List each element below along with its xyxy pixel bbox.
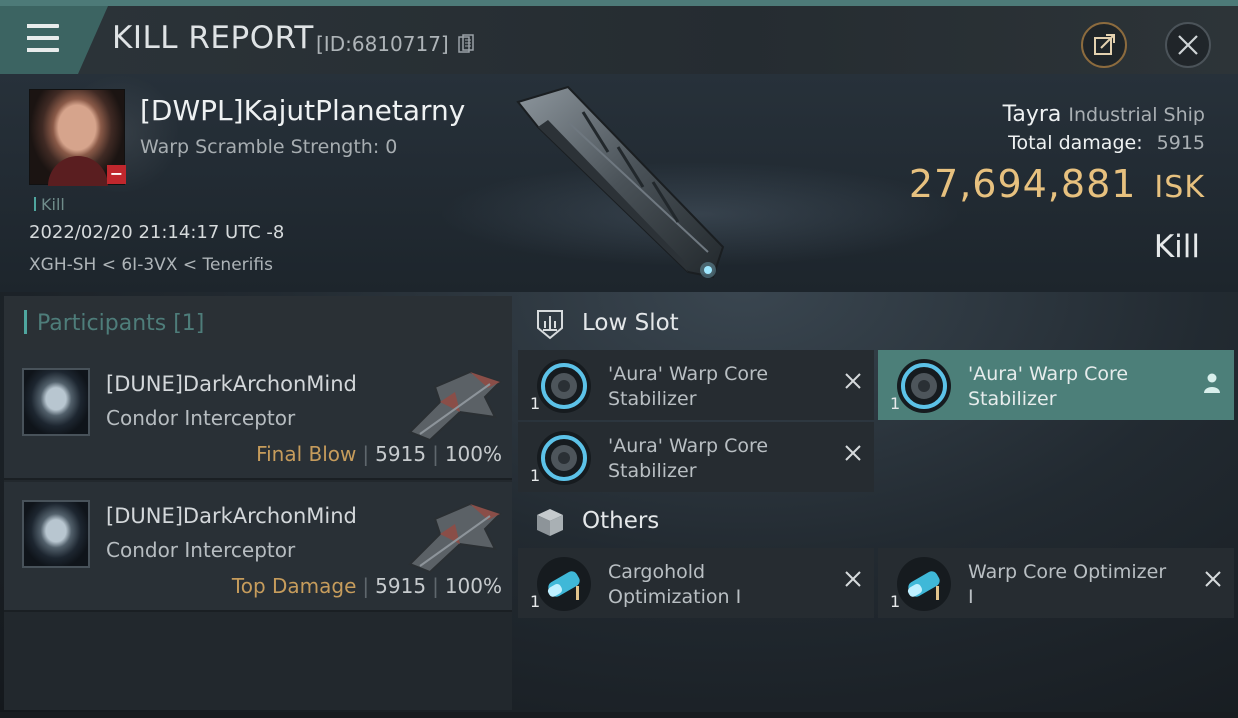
participant-role: Top Damage bbox=[231, 574, 357, 598]
low-slot-title: Low Slot bbox=[582, 310, 679, 336]
kill-report-window: KILL REPORT [ID:6810717] − [DWPL]KajutPl… bbox=[0, 0, 1238, 718]
window-header: KILL REPORT [ID:6810717] bbox=[0, 6, 1238, 74]
participant-row[interactable]: [DUNE]DarkArchonMind Condor Interceptor … bbox=[4, 482, 512, 612]
loss-badge-icon: − bbox=[107, 165, 126, 184]
close-button[interactable] bbox=[1165, 22, 1211, 68]
item-quantity: 1 bbox=[530, 466, 541, 485]
menu-button[interactable] bbox=[0, 6, 108, 74]
participant-damage: 5915 bbox=[375, 442, 427, 466]
destroyed-x-icon bbox=[845, 373, 861, 389]
isk-unit: ISK bbox=[1154, 170, 1205, 205]
fitting-item[interactable]: 1 Warp Core Optimizer I bbox=[878, 548, 1234, 618]
isk-value: 27,694,881 bbox=[908, 162, 1137, 206]
warp-core-stabilizer-icon bbox=[897, 359, 951, 413]
participant-name[interactable]: [DUNE]DarkArchonMind bbox=[106, 504, 357, 528]
item-name: 'Aura' Warp Core Stabilizer bbox=[968, 363, 1129, 410]
participant-damage: 5915 bbox=[375, 574, 427, 598]
item-name: Warp Core Optimizer I bbox=[968, 561, 1167, 608]
cargo-box-icon bbox=[537, 509, 563, 536]
participant-stats: Top Damage | 5915 | 100% bbox=[231, 574, 502, 598]
kill-id-label: [ID:6810717] bbox=[316, 32, 449, 56]
close-icon bbox=[1178, 35, 1198, 55]
item-name: Cargohold Optimization I bbox=[608, 561, 742, 608]
participant-percent: 100% bbox=[444, 442, 502, 466]
participants-title[interactable]: Participants [1] bbox=[24, 310, 204, 336]
participant-role: Final Blow bbox=[256, 442, 357, 466]
dropped-person-icon bbox=[1204, 373, 1220, 393]
total-damage-label: Total damage: bbox=[1008, 132, 1143, 154]
external-link-icon bbox=[1094, 34, 1115, 55]
participants-header: Participants [1] bbox=[4, 296, 512, 350]
item-name: 'Aura' Warp Core Stabilizer bbox=[608, 363, 769, 410]
fitting-item[interactable]: 1 'Aura' Warp Core Stabilizer bbox=[878, 350, 1234, 420]
participant-ship: Condor Interceptor bbox=[106, 406, 296, 430]
kill-result-label: Kill bbox=[1153, 229, 1200, 265]
fitting-item[interactable]: 1 Cargohold Optimization I bbox=[518, 548, 874, 618]
ship-name-line: Tayra Industrial Ship bbox=[1003, 102, 1205, 127]
isk-value-line: 27,694,881 ISK bbox=[909, 162, 1205, 206]
warp-scramble-strength: Warp Scramble Strength: 0 bbox=[140, 136, 398, 158]
ship-name[interactable]: Tayra bbox=[1003, 102, 1062, 127]
fitting-item[interactable]: 1 'Aura' Warp Core Stabilizer bbox=[518, 350, 874, 420]
fitting-item[interactable]: 1 'Aura' Warp Core Stabilizer bbox=[518, 422, 874, 492]
total-damage-value: 5915 bbox=[1156, 132, 1205, 154]
victim-ship-image[interactable] bbox=[508, 82, 738, 282]
participant-name[interactable]: [DUNE]DarkArchonMind bbox=[106, 372, 357, 396]
warp-core-stabilizer-icon bbox=[537, 359, 591, 413]
participant-ship: Condor Interceptor bbox=[106, 538, 296, 562]
low-slot-icon bbox=[537, 310, 563, 340]
participants-panel: Participants [1] [DUNE]DarkArchonMind Co… bbox=[4, 296, 512, 710]
item-quantity: 1 bbox=[890, 592, 901, 611]
others-title: Others bbox=[582, 508, 660, 534]
window-bottom-edge bbox=[0, 712, 1238, 718]
item-quantity: 1 bbox=[530, 394, 541, 413]
fittings-panel: Low Slot 1 'Aura' Warp Core Stabilizer 1… bbox=[516, 296, 1234, 710]
destroyed-x-icon bbox=[845, 445, 861, 461]
ship-class: Industrial Ship bbox=[1068, 104, 1205, 126]
kill-tag: Kill bbox=[34, 195, 65, 214]
victim-name[interactable]: [DWPL]KajutPlanetarny bbox=[140, 94, 465, 127]
participant-percent: 100% bbox=[444, 574, 502, 598]
item-name: 'Aura' Warp Core Stabilizer bbox=[608, 435, 769, 482]
window-title: KILL REPORT bbox=[112, 20, 314, 56]
kill-timestamp: 2022/02/20 21:14:17 UTC -8 bbox=[29, 222, 285, 243]
destroyed-x-icon bbox=[1205, 571, 1221, 587]
destroyed-x-icon bbox=[845, 571, 861, 587]
share-button[interactable] bbox=[1081, 22, 1127, 68]
kill-location[interactable]: XGH-SH < 6I-3VX < Tenerifis bbox=[29, 255, 273, 275]
participant-stats: Final Blow | 5915 | 100% bbox=[256, 442, 502, 466]
item-quantity: 1 bbox=[890, 394, 901, 413]
warp-core-optimizer-icon bbox=[897, 557, 951, 611]
cargohold-optimization-icon bbox=[537, 557, 591, 611]
participant-portrait[interactable] bbox=[22, 500, 90, 568]
total-damage-line: Total damage: 5915 bbox=[1008, 132, 1205, 154]
participant-portrait[interactable] bbox=[22, 368, 90, 436]
copy-icon[interactable] bbox=[458, 34, 474, 54]
item-quantity: 1 bbox=[530, 592, 541, 611]
hamburger-menu-icon bbox=[23, 24, 59, 52]
participant-ship-image[interactable] bbox=[400, 494, 510, 574]
participant-ship-image[interactable] bbox=[400, 362, 510, 442]
participant-row[interactable]: [DUNE]DarkArchonMind Condor Interceptor … bbox=[4, 350, 512, 480]
warp-core-stabilizer-icon bbox=[537, 431, 591, 485]
victim-banner: − [DWPL]KajutPlanetarny Warp Scramble St… bbox=[0, 74, 1238, 292]
